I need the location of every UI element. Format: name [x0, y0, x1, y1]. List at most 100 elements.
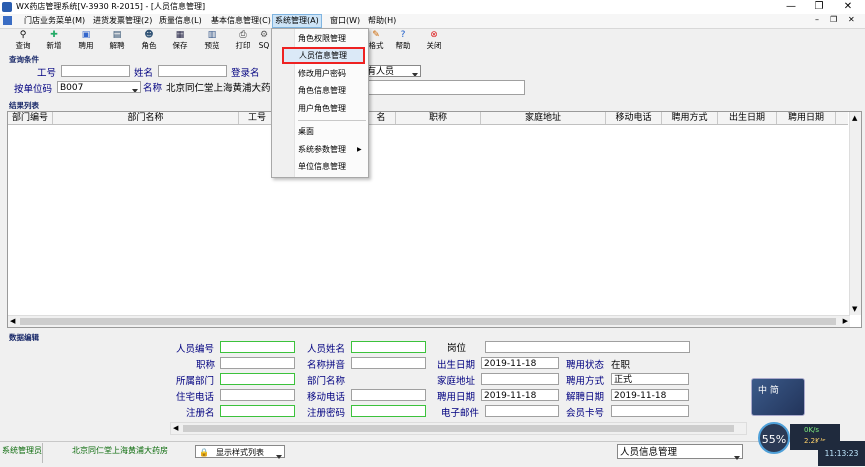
close-window-icon[interactable]: ✕	[834, 0, 862, 14]
mdi-restore-icon[interactable]: ❐	[828, 15, 839, 24]
menu-basic-info[interactable]: 基本信息管理(C)	[209, 15, 273, 26]
menu-help[interactable]: 帮助(H)	[366, 15, 398, 26]
status-store: 北京同仁堂上海黄浦大药房	[72, 446, 168, 455]
huiyuan-kahao-label: 会员卡号	[566, 408, 605, 419]
renyuan-bianhao-input[interactable]	[220, 341, 295, 353]
col-dept-name[interactable]: 部门名称	[53, 112, 239, 124]
dismiss-button[interactable]: ▤ 解聘	[102, 29, 132, 52]
sql-label: SQ	[258, 41, 270, 50]
yidong-dianhua-input[interactable]	[351, 389, 426, 401]
chusheng-riqi-label: 出生日期	[437, 360, 476, 371]
dianzi-youjian-label: 电子邮件	[441, 408, 480, 419]
dd-change-password[interactable]: 修改用户密码	[272, 65, 368, 82]
mdi-minimize-icon[interactable]: –	[813, 15, 821, 24]
menu-bar: 门店业务菜单(M) 进货发票管理(2) 质量信息(L) 基本信息管理(C) 系统…	[0, 14, 865, 29]
restore-icon[interactable]: ❐	[805, 0, 833, 14]
menu-store-business[interactable]: 门店业务菜单(M)	[22, 15, 87, 26]
menu-purchase-invoice[interactable]: 进货发票管理(2)	[91, 15, 154, 26]
jiepin-riqi-input[interactable]: 2019-11-18	[611, 389, 689, 401]
new-icon: ✚	[50, 30, 58, 40]
col-address[interactable]: 家庭地址	[481, 112, 606, 124]
print-label: 打印	[235, 41, 251, 50]
name-input-extension[interactable]	[364, 80, 525, 95]
window-title: WX药店管理系统[V-3930 R-2015] - [人员信息管理]	[16, 2, 206, 11]
status-select[interactable]: 有人员	[364, 65, 421, 77]
zhuzhai-dianhua-input[interactable]	[220, 389, 295, 401]
huiyuan-kahao-input[interactable]	[611, 405, 689, 417]
edit-horizontal-scrollbar[interactable]: ◀	[170, 422, 747, 435]
results-grid[interactable]: 部门编号 部门名称 工号 名 职称 家庭地址 移动电话 聘用方式 出生日期 聘用…	[7, 111, 862, 328]
query-button[interactable]: ⚲ 查询	[8, 29, 38, 52]
scroll-down-icon[interactable]: ▼	[852, 305, 857, 313]
col-hire-date[interactable]: 聘用日期	[777, 112, 836, 124]
zhuce-mima-input[interactable]	[351, 405, 426, 417]
col-mobile[interactable]: 移动电话	[606, 112, 662, 124]
unit-select[interactable]: B007	[57, 81, 141, 93]
menu-quality-info[interactable]: 质量信息(L)	[157, 15, 204, 26]
menu-system-management[interactable]: 系统管理(A)	[272, 14, 322, 28]
print-icon: ⎙	[239, 30, 247, 40]
menu-window[interactable]: 窗口(W)	[328, 15, 362, 26]
print-button[interactable]: ⎙ 打印	[228, 29, 258, 52]
pinyong-riqi-input[interactable]: 2019-11-18	[481, 389, 559, 401]
format-icon: ✎	[372, 30, 380, 40]
desktop-pet-widget[interactable]: 中 简	[751, 378, 805, 416]
dismiss-label: 解聘	[109, 41, 125, 50]
close-button[interactable]: ⊗ 关闭	[419, 29, 449, 52]
chusheng-riqi-input[interactable]: 2019-11-18	[481, 357, 559, 369]
system-management-dropdown: 角色权限管理 人员信息管理 修改用户密码 角色信息管理 用户角色管理 桌面 系统…	[271, 28, 369, 178]
name-value: 北京同仁堂上海黄浦大药	[166, 83, 270, 94]
suoshu-bumen-input[interactable]	[220, 373, 295, 385]
dismiss-icon: ▤	[112, 30, 122, 40]
scroll-up-icon[interactable]: ▲	[852, 114, 857, 122]
performance-gauge[interactable]: 55%	[758, 422, 790, 454]
dd-desktop[interactable]: 桌面	[272, 123, 368, 140]
dd-role-permission[interactable]: 角色权限管理	[272, 30, 368, 47]
col-name[interactable]: 名	[367, 112, 396, 124]
save-button[interactable]: ▦ 保存	[165, 29, 195, 52]
zhuce-ming-input[interactable]	[220, 405, 295, 417]
dd-personnel-info[interactable]: 人员信息管理	[282, 47, 365, 64]
pinyong-fangshi-input[interactable]: 正式	[611, 373, 689, 385]
dd-user-role[interactable]: 用户角色管理	[272, 100, 368, 117]
col-hire-type[interactable]: 聘用方式	[662, 112, 718, 124]
zhicheng-input[interactable]	[220, 357, 295, 369]
vertical-scrollbar[interactable]: ▲ ▼	[849, 112, 861, 315]
mingcheng-pinyin-label: 名称拼音	[307, 360, 346, 371]
mdi-close-icon[interactable]: ✕	[846, 15, 857, 24]
xingming-input[interactable]	[158, 65, 227, 77]
style-list-select[interactable]: 🔒 显示样式列表	[195, 445, 285, 459]
scroll-right-icon[interactable]: ▶	[843, 317, 848, 325]
horizontal-scrollbar[interactable]: ◀ ▶	[8, 315, 850, 327]
query-label: 查询	[15, 41, 31, 50]
preview-icon: ▥	[207, 30, 217, 40]
minimize-icon[interactable]: —	[777, 0, 805, 14]
dd-unit-info[interactable]: 单位信息管理	[272, 158, 368, 175]
module-select[interactable]: 人员信息管理	[617, 444, 743, 460]
scroll-thumb[interactable]	[20, 318, 836, 325]
dd-role-info[interactable]: 角色信息管理	[272, 82, 368, 99]
jiepin-riqi-label: 解聘日期	[566, 392, 605, 403]
hire-button[interactable]: ▣ 聘用	[71, 29, 101, 52]
sql-button[interactable]: ⚙ SQ	[256, 29, 272, 52]
col-title[interactable]: 职称	[396, 112, 481, 124]
role-button[interactable]: ☻ 角色	[134, 29, 164, 52]
gangwei-input[interactable]	[485, 341, 690, 353]
bumen-mingcheng-label: 部门名称	[307, 376, 346, 387]
scroll-thumb[interactable]	[183, 425, 734, 432]
dd-system-params[interactable]: 系统参数管理	[272, 141, 368, 158]
help-button[interactable]: ? 帮助	[388, 29, 418, 52]
scroll-left-icon[interactable]: ◀	[173, 424, 178, 432]
preview-button[interactable]: ▥ 预览	[197, 29, 227, 52]
renyuan-bianhao-label: 人员编号	[176, 344, 215, 355]
gonghao-input[interactable]	[61, 65, 130, 77]
jiating-dizhi-label: 家庭地址	[437, 376, 476, 387]
jiating-dizhi-input[interactable]	[481, 373, 559, 385]
mingcheng-pinyin-input[interactable]	[351, 357, 426, 369]
new-button[interactable]: ✚ 新增	[39, 29, 69, 52]
renyuan-xingming-input[interactable]	[351, 341, 426, 353]
dianzi-youjian-input[interactable]	[485, 405, 559, 417]
col-dept-code[interactable]: 部门编号	[8, 112, 53, 124]
col-birth-date[interactable]: 出生日期	[718, 112, 777, 124]
scroll-left-icon[interactable]: ◀	[10, 317, 15, 325]
